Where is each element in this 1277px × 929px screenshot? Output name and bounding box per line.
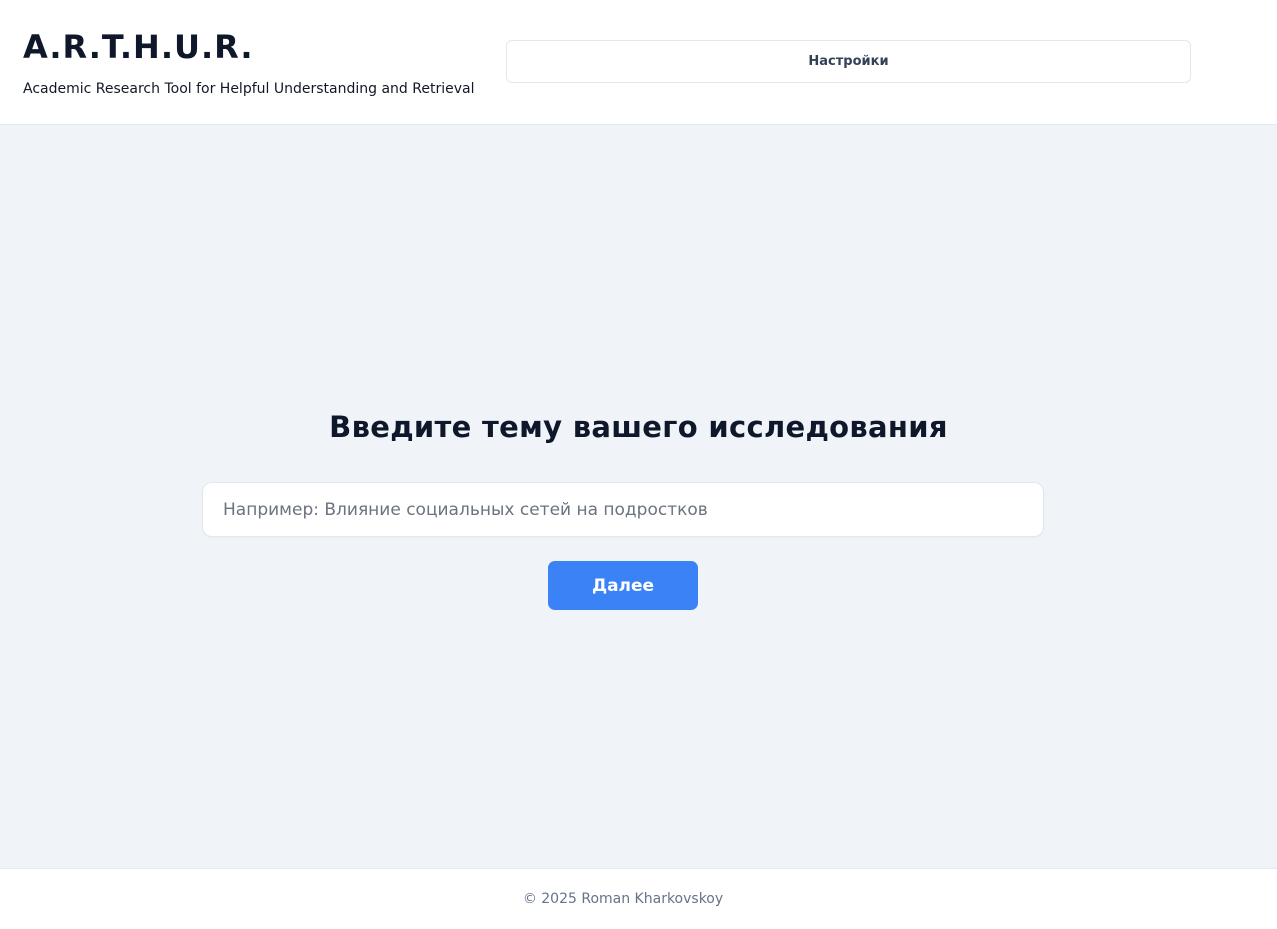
research-topic-input[interactable] (202, 482, 1044, 537)
app-title: A.R.T.H.U.R. (23, 28, 254, 66)
settings-button[interactable]: Настройки (506, 40, 1191, 83)
app-footer: © 2025 Roman Kharkovskoy (0, 868, 1277, 929)
next-button[interactable]: Далее (548, 561, 698, 610)
app-subtitle: Academic Research Tool for Helpful Under… (23, 81, 475, 97)
copyright-text: © 2025 Roman Kharkovskoy (522, 891, 724, 907)
main-content: Введите тему вашего исследования Далее (0, 125, 1277, 868)
app-root: A.R.T.H.U.R. Academic Research Tool for … (0, 0, 1277, 929)
page-title: Введите тему вашего исследования (329, 410, 948, 444)
app-header: A.R.T.H.U.R. Academic Research Tool for … (0, 0, 1277, 125)
